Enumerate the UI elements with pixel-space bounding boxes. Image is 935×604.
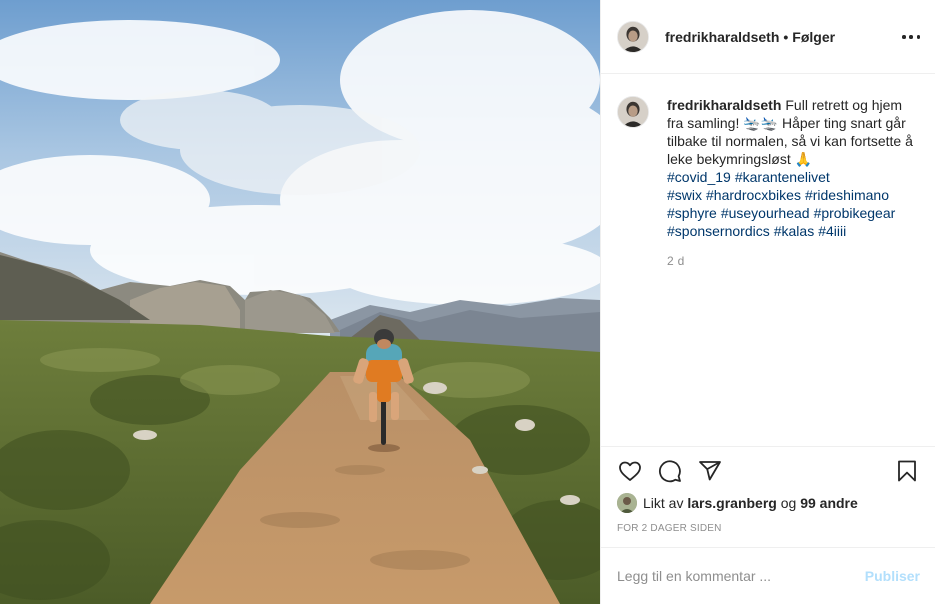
hashtag-link[interactable]: #hardrocxbikes [706, 187, 801, 203]
hashtag-link[interactable]: #karantenelivet [735, 169, 830, 185]
liker-avatar[interactable] [617, 493, 637, 513]
ellipsis-icon[interactable] [902, 27, 920, 47]
post-caption: fredrikharaldseth Full retrett og hjem fr… [617, 96, 922, 270]
hashtag-link[interactable]: #kalas [774, 223, 814, 239]
comment-input[interactable] [617, 568, 865, 584]
hashtag-link[interactable]: #sponsernordics [667, 223, 770, 239]
hashtag-link[interactable]: #covid_19 [667, 169, 731, 185]
author-avatar[interactable] [617, 20, 649, 53]
hashtag-link[interactable]: #rideshimano [805, 187, 889, 203]
caption-timestamp[interactable]: 2 d [667, 252, 922, 270]
share-icon[interactable] [697, 458, 723, 484]
likes-conjunction: og [780, 495, 797, 511]
hashtag-link[interactable]: #sphyre [667, 205, 717, 221]
likes-prefix: Likt av [643, 495, 684, 511]
post-header: fredrikharaldseth • Følger [601, 0, 935, 74]
heart-icon[interactable] [617, 458, 643, 484]
liker-username[interactable]: lars.granberg [687, 495, 776, 511]
comment-bar: Publiser [601, 547, 935, 604]
post-date[interactable]: FOR 2 DAGER SIDEN [617, 523, 722, 534]
author-username[interactable]: fredrikharaldseth [665, 29, 779, 45]
landscape-image [0, 0, 600, 604]
caption-username[interactable]: fredrikharaldseth [667, 97, 781, 113]
hashtag-list: #covid_19 #karantenelivet #swix #hardrocxb… [667, 168, 922, 240]
publish-button[interactable]: Publiser [865, 568, 920, 584]
hashtag-link[interactable]: #useyourhead [721, 205, 810, 221]
caption-body: fredrikharaldseth Full retrett og hjem fr… [667, 96, 922, 270]
hashtag-link[interactable]: #4iiii [818, 223, 846, 239]
comment-icon[interactable] [657, 458, 683, 484]
post-side-panel: fredrikharaldseth • Følger fredrikharald… [600, 0, 935, 604]
hashtag-link[interactable]: #probikegear [814, 205, 896, 221]
caption-avatar[interactable] [617, 96, 649, 128]
bookmark-icon[interactable] [894, 458, 920, 484]
action-bar [601, 446, 935, 494]
following-button[interactable]: Følger [792, 29, 835, 45]
likes-others-link[interactable]: 99 andre [800, 495, 858, 511]
hashtag-link[interactable]: #swix [667, 187, 702, 203]
likes-summary: Likt av lars.granberg og 99 andre [617, 492, 858, 514]
instagram-post: fredrikharaldseth • Følger fredrikharald… [0, 0, 935, 604]
post-photo[interactable] [0, 0, 600, 604]
header-separator: • [783, 28, 789, 45]
